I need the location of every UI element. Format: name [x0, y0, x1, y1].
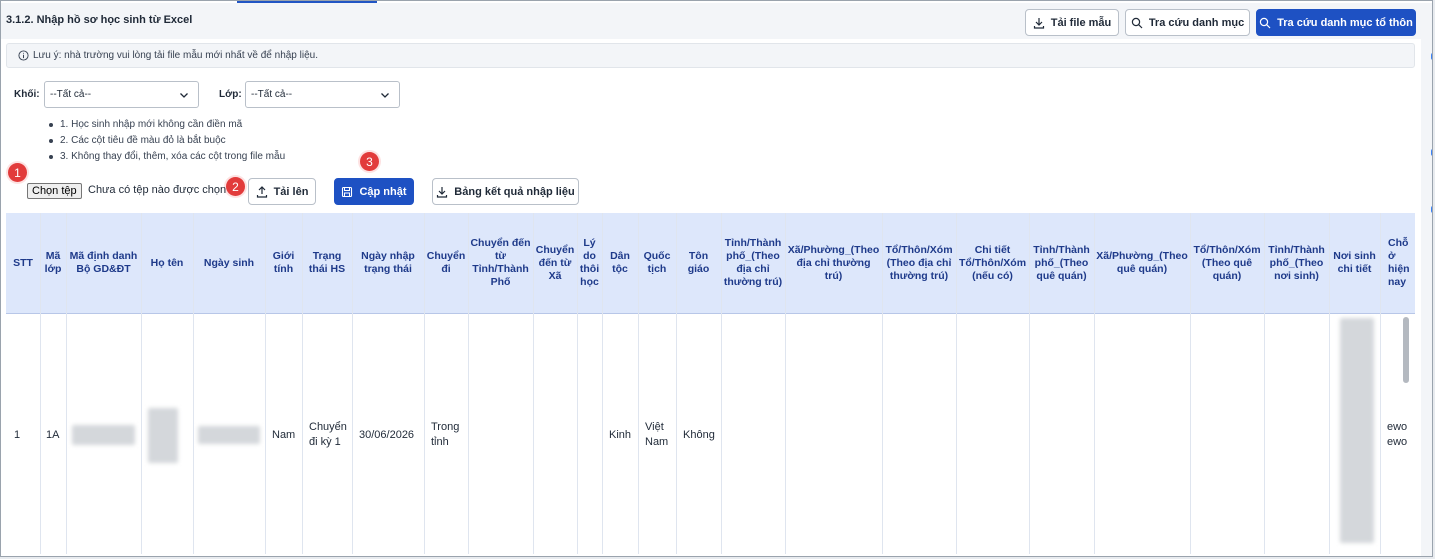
- upload-icon: [256, 185, 267, 198]
- cell-nationality: Việt Nam: [645, 421, 669, 448]
- column-header: Tổ/Thôn/Xóm (Theo địa chỉ thường trú): [885, 243, 953, 282]
- column-header: Chuyển đến từ Tỉnh/Thành Phố: [470, 237, 531, 288]
- student-table: STT Mã lớp Mã định danh Bộ GD&ĐT Họ tên …: [6, 213, 1415, 554]
- upload-label: Tải lên: [273, 185, 309, 198]
- right-edge-strip: [1421, 3, 1432, 556]
- search-icon: [1259, 17, 1271, 28]
- download-template-label: Tải file mẫu: [1050, 16, 1112, 29]
- upload-button[interactable]: Tải lên: [248, 178, 316, 205]
- rule-item: 2. Các cột tiêu đề màu đỏ là bắt buộc: [47, 133, 285, 149]
- column-header: Lý do thôi học: [579, 237, 600, 288]
- rule-item: 1. Học sinh nhập mới không cần điền mã: [47, 117, 285, 133]
- import-result-label: Bảng kết quả nhập liệu: [454, 185, 575, 198]
- column-header: STT: [13, 256, 33, 269]
- cell-transfer-out: Trong tỉnh: [431, 421, 460, 448]
- column-header: Tỉnh/Thành phố_(Theo quê quán): [1033, 243, 1090, 282]
- import-rules-list: 1. Học sinh nhập mới không cần điền mã 2…: [47, 117, 285, 165]
- column-header: Chi tiết Tổ/Thôn/Xóm (nếu có): [958, 243, 1027, 282]
- column-header: Nơi sinh chi tiết: [1333, 250, 1376, 275]
- column-header: Chuyển đi: [426, 250, 466, 275]
- grade-select[interactable]: --Tất cả--: [44, 81, 199, 108]
- column-header: Quốc tịch: [643, 250, 671, 275]
- file-status-text: Chưa có tệp nào được chọn: [88, 184, 227, 196]
- class-label: Lớp:: [219, 89, 242, 100]
- cell-status: Chuyển đi kỳ 1: [309, 421, 347, 448]
- note-box: Lưu ý: nhà trường vui lòng tải file mẫu …: [6, 43, 1415, 68]
- column-header: Tỉnh/Thành phố_(Theo địa chỉ thường trú): [723, 237, 783, 288]
- page-title: 3.1.2. Nhập hồ sơ học sinh từ Excel: [6, 14, 193, 26]
- column-header: Ngày sinh: [203, 256, 255, 269]
- cell-current-address: ewo ewo: [1387, 421, 1408, 448]
- column-header: Ngày nhập trạng thái: [361, 250, 415, 275]
- import-result-button[interactable]: Bảng kết quả nhập liệu: [432, 178, 579, 205]
- cell-stt: 1: [14, 429, 21, 441]
- table-scrollbar[interactable]: [1403, 317, 1409, 383]
- lookup-catalog-label: Tra cứu danh mục: [1148, 16, 1245, 29]
- class-select[interactable]: --Tất cả--: [245, 81, 400, 108]
- step-marker-2: 2: [226, 177, 245, 196]
- column-header: Trạng thái HS: [308, 250, 346, 275]
- download-icon: [1033, 17, 1044, 29]
- lookup-catalog-button[interactable]: Tra cứu danh mục: [1125, 9, 1250, 36]
- column-header: Họ tên: [150, 256, 184, 269]
- column-header: Chuyển đến từ Xã: [535, 243, 575, 282]
- column-header: Giới tính: [272, 250, 295, 275]
- search-icon: [1131, 17, 1143, 28]
- cell-class: 1A: [46, 429, 60, 441]
- grade-select-value: --Tất cả--: [50, 89, 92, 100]
- choose-file-button[interactable]: Chọn tệp: [27, 183, 82, 199]
- column-header: Xã/Phường_(Theo quê quán): [1096, 250, 1188, 275]
- update-button[interactable]: Cập nhật: [334, 178, 414, 205]
- redacted-birthplace-detail: [1340, 318, 1374, 543]
- column-header: Chỗ ở hiện nay: [1388, 237, 1410, 288]
- rule-item: 3. Không thay đổi, thêm, xóa các cột tro…: [47, 149, 285, 165]
- download-icon: [437, 186, 448, 198]
- lookup-org-catalog-button[interactable]: Tra cứu danh mục tổ thôn: [1256, 9, 1416, 36]
- cell-ethnicity: Kinh: [609, 429, 632, 441]
- cell-religion: Không: [683, 429, 715, 441]
- cell-gender: Nam: [272, 429, 296, 441]
- chevron-down-icon: [180, 93, 188, 98]
- column-header: Mã lớp: [44, 250, 62, 275]
- save-icon: [342, 186, 353, 197]
- step-marker-1: 1: [8, 163, 27, 182]
- update-label: Cập nhật: [359, 185, 407, 198]
- column-header: Tỉnh/Thành phố_(Theo nơi sinh): [1268, 243, 1325, 282]
- step-marker-3: 3: [360, 152, 379, 171]
- note-text: Lưu ý: nhà trường vui lòng tải file mẫu …: [33, 50, 318, 61]
- edge-indicator: [1431, 206, 1432, 213]
- download-template-button[interactable]: Tải file mẫu: [1025, 9, 1119, 36]
- chevron-down-icon: [381, 93, 389, 98]
- column-header: Xã/Phường_(Theo địa chỉ thường trú): [787, 243, 880, 282]
- app-window: 3.1.2. Nhập hồ sơ học sinh từ Excel Tải …: [0, 0, 1433, 557]
- column-header: Tôn giáo: [687, 250, 710, 275]
- info-icon: [18, 50, 29, 61]
- column-header: Mã định danh Bộ GD&ĐT: [69, 250, 138, 275]
- column-header: Tổ/Thôn/Xóm (Theo quê quán): [1193, 243, 1261, 282]
- lookup-org-catalog-label: Tra cứu danh mục tổ thôn: [1277, 16, 1413, 29]
- column-header: Dân tộc: [610, 250, 630, 275]
- class-select-value: --Tất cả--: [251, 89, 293, 100]
- grade-label: Khối:: [14, 89, 40, 100]
- header-divider: [6, 313, 1415, 314]
- redacted-student-id: [72, 425, 135, 445]
- redacted-student-name: [148, 408, 178, 463]
- edge-indicator: [1431, 149, 1432, 156]
- redacted-birth-date: [198, 426, 260, 444]
- cell-status-date: 30/06/2026: [359, 429, 415, 441]
- edge-indicator: [1431, 53, 1432, 60]
